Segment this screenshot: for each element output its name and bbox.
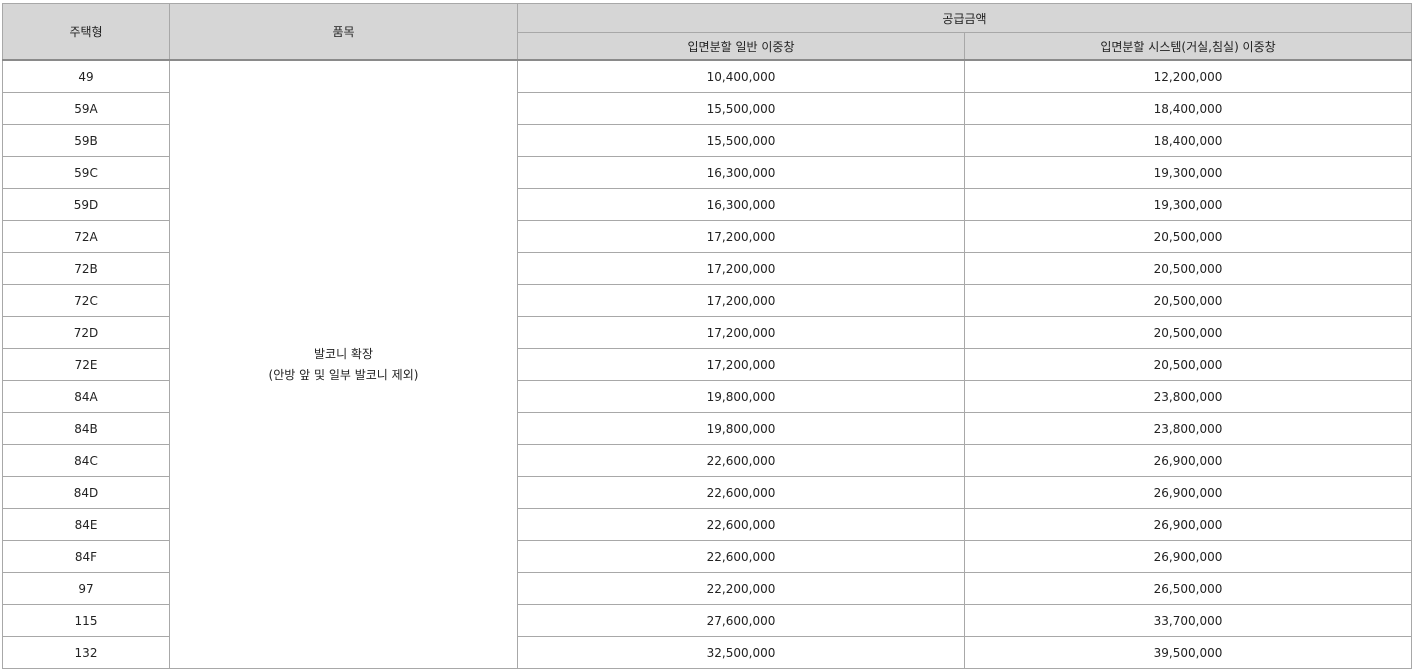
cell-price-system: 12,200,000 (963, 59, 1413, 93)
cell-type: 49 (2, 59, 170, 93)
cell-price-general: 22,600,000 (517, 540, 965, 573)
cell-type: 72A (2, 220, 170, 253)
cell-price-system: 39,500,000 (963, 636, 1413, 669)
cell-price-general: 32,500,000 (517, 636, 965, 669)
cell-price-general: 17,200,000 (517, 252, 965, 285)
cell-price-general: 15,500,000 (517, 92, 965, 125)
cell-type: 132 (2, 636, 170, 669)
cell-price-system: 20,500,000 (963, 220, 1413, 253)
cell-type: 72B (2, 252, 170, 285)
cell-item: 발코니 확장 (안방 앞 및 일부 발코니 제외) (169, 59, 518, 669)
cell-type: 84D (2, 476, 170, 509)
cell-price-general: 17,200,000 (517, 316, 965, 349)
cell-price-general: 27,600,000 (517, 604, 965, 637)
cell-price-general: 22,600,000 (517, 476, 965, 509)
header-item: 품목 (169, 3, 518, 61)
cell-price-system: 18,400,000 (963, 124, 1413, 157)
header-option-general: 입면분할 일반 이중창 (517, 32, 965, 61)
cell-price-system: 33,700,000 (963, 604, 1413, 637)
option-price-table: 주택형 품목 공급금액 입면분할 일반 이중창 입면분할 시스템(거실,침실) … (2, 3, 1413, 669)
cell-type: 84E (2, 508, 170, 541)
table-row: 49 발코니 확장 (안방 앞 및 일부 발코니 제외) 10,400,000 12,2… (2, 59, 1413, 669)
cell-price-system: 26,500,000 (963, 572, 1413, 605)
cell-type: 59C (2, 156, 170, 189)
cell-price-general: 22,200,000 (517, 572, 965, 605)
cell-type: 59B (2, 124, 170, 157)
cell-price-general: 15,500,000 (517, 124, 965, 157)
cell-price-system: 18,400,000 (963, 92, 1413, 125)
cell-type: 84C (2, 444, 170, 477)
cell-type: 97 (2, 572, 170, 605)
cell-price-general: 19,800,000 (517, 380, 965, 413)
cell-price-system: 19,300,000 (963, 188, 1413, 221)
cell-price-general: 22,600,000 (517, 444, 965, 477)
cell-price-system: 23,800,000 (963, 380, 1413, 413)
header-row-top: 주택형 품목 공급금액 (2, 3, 1413, 61)
cell-price-system: 20,500,000 (963, 252, 1413, 285)
cell-type: 72C (2, 284, 170, 317)
cell-type: 84A (2, 380, 170, 413)
cell-price-system: 20,500,000 (963, 348, 1413, 381)
cell-price-general: 17,200,000 (517, 284, 965, 317)
cell-price-general: 16,300,000 (517, 188, 965, 221)
item-line-2: (안방 앞 및 일부 발코니 제외) (268, 367, 419, 382)
cell-type: 84F (2, 540, 170, 573)
table-body: 49 발코니 확장 (안방 앞 및 일부 발코니 제외) 10,400,000 12,2… (2, 59, 1413, 669)
header-option-system: 입면분할 시스템(거실,침실) 이중창 (963, 32, 1413, 61)
cell-type: 59D (2, 188, 170, 221)
cell-price-general: 16,300,000 (517, 156, 965, 189)
cell-type: 59A (2, 92, 170, 125)
cell-price-system: 20,500,000 (963, 316, 1413, 349)
cell-type: 115 (2, 604, 170, 637)
cell-price-general: 22,600,000 (517, 508, 965, 541)
cell-price-general: 10,400,000 (517, 59, 965, 93)
cell-type: 84B (2, 412, 170, 445)
cell-type: 72D (2, 316, 170, 349)
table-header: 주택형 품목 공급금액 입면분할 일반 이중창 입면분할 시스템(거실,침실) … (2, 3, 1413, 61)
cell-price-system: 19,300,000 (963, 156, 1413, 189)
cell-price-system: 20,500,000 (963, 284, 1413, 317)
cell-price-system: 26,900,000 (963, 444, 1413, 477)
cell-price-system: 26,900,000 (963, 476, 1413, 509)
header-type: 주택형 (2, 3, 170, 61)
header-supply-price: 공급금액 (516, 3, 1413, 33)
cell-price-general: 17,200,000 (517, 220, 965, 253)
cell-price-system: 26,900,000 (963, 540, 1413, 573)
cell-price-general: 17,200,000 (517, 348, 965, 381)
item-line-1: 발코니 확장 (313, 346, 373, 361)
cell-price-system: 26,900,000 (963, 508, 1413, 541)
cell-type: 72E (2, 348, 170, 381)
cell-price-system: 23,800,000 (963, 412, 1413, 445)
cell-price-general: 19,800,000 (517, 412, 965, 445)
